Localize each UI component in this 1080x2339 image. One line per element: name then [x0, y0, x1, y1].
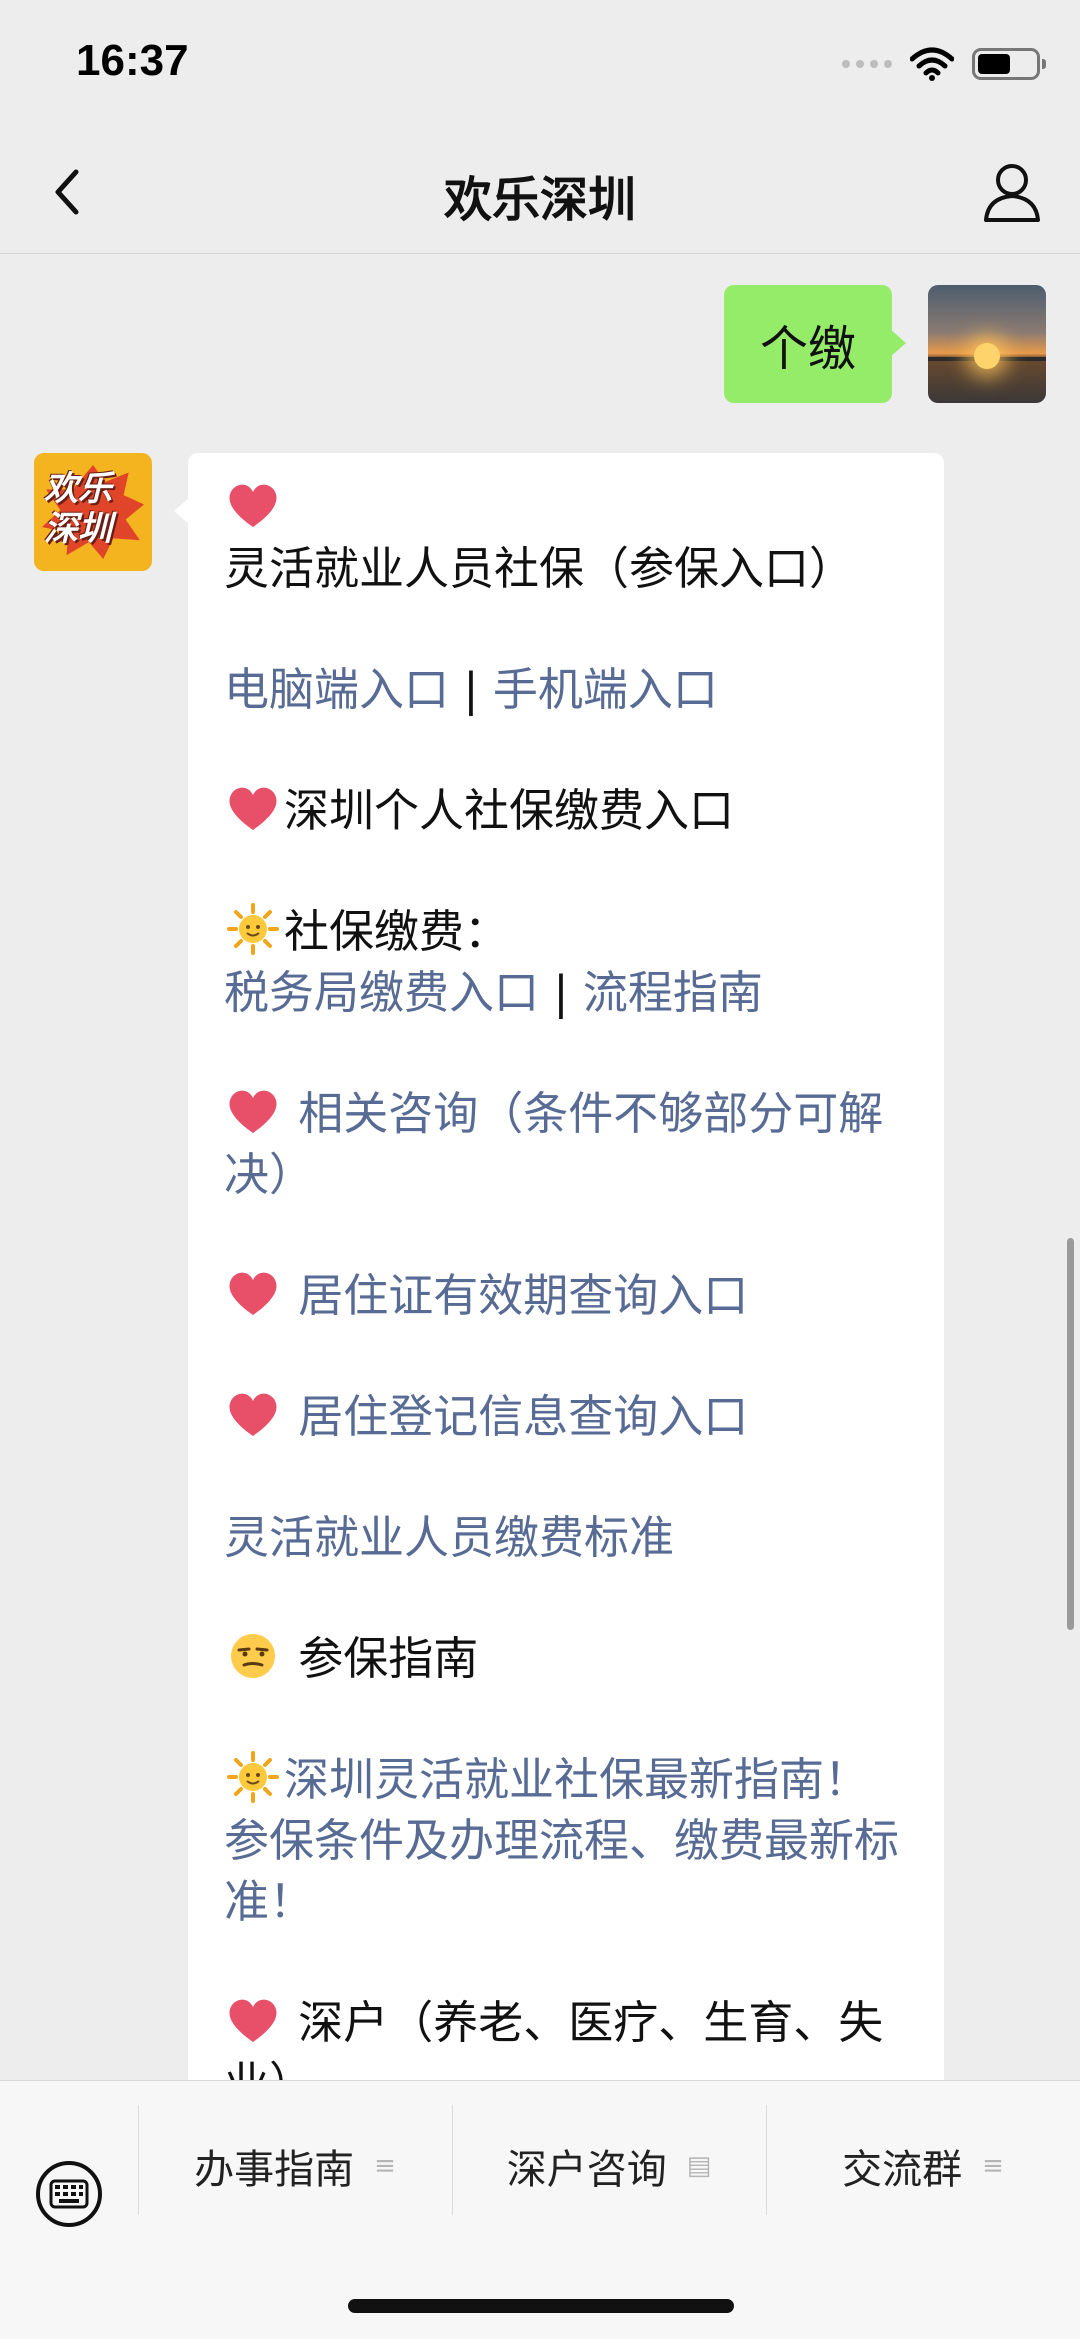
- sun-icon: [227, 1751, 279, 1803]
- message-line-hukou: 深户（养老、医疗、生育、失业）: [224, 1992, 908, 2080]
- nav-bar: 欢乐深圳: [0, 130, 1080, 254]
- heart-icon: [229, 787, 277, 830]
- message-line-standard: 灵活就业人员缴费标准: [224, 1507, 908, 1568]
- battery-icon: [972, 48, 1046, 80]
- residence-register-link[interactable]: 居住登记信息查询入口: [284, 1390, 748, 1443]
- chat-title: 欢乐深圳: [443, 172, 636, 228]
- menu-item-hukou-consult-label: 深户咨询: [506, 2147, 667, 2193]
- message-line-guide: 参保指南: [224, 1628, 908, 1689]
- status-icons: [842, 44, 1046, 84]
- list-icon: ≡: [374, 2151, 396, 2181]
- heart-icon: [229, 1272, 277, 1315]
- signal-icon: [842, 60, 892, 68]
- message-line-social-payment: 社保缴费： 税务局缴费入口 | 流程指南: [224, 901, 908, 1023]
- guide-text: 参保指南: [284, 1632, 479, 1685]
- smirk-face-icon: [231, 1634, 275, 1678]
- message-line-consult: 相关咨询（条件不够部分可解决）: [224, 1083, 908, 1205]
- message-line-entries: 电脑端入口 | 手机端入口: [224, 659, 908, 720]
- bot-avatar-text: 欢乐深圳: [44, 469, 112, 549]
- menu-item-group-label: 交流群: [842, 2147, 963, 2193]
- keyboard-icon[interactable]: [34, 2159, 104, 2229]
- message-line-payment-entry: 深圳个人社保缴费入口: [224, 780, 908, 841]
- mobile-entry-link[interactable]: 手机端入口: [493, 663, 718, 716]
- wifi-icon: [910, 47, 954, 81]
- status-time: 16:37: [76, 36, 189, 85]
- separator: |: [553, 966, 569, 1019]
- payment-entry-text: 深圳个人社保缴费入口: [284, 784, 735, 837]
- user-avatar[interactable]: [928, 285, 1046, 403]
- payment-standard-link[interactable]: 灵活就业人员缴费标准: [224, 1511, 674, 1564]
- document-icon: ▤: [686, 2151, 712, 2181]
- user-message-bubble[interactable]: 个缴: [723, 285, 907, 403]
- bot-avatar[interactable]: 欢乐深圳: [34, 453, 152, 571]
- heart-icon: [229, 1393, 277, 1436]
- bot-message-bubble: 灵活就业人员社保（参保入口） 电脑端入口 | 手机端入口 深圳个人社保缴费入口 …: [174, 453, 944, 2080]
- heart-icon: [229, 1999, 277, 2042]
- menu-item-guide[interactable]: 办事指南 ≡: [138, 2101, 452, 2231]
- status-bar: 16:37: [0, 0, 1080, 130]
- message-line-latest-guide: 深圳灵活就业社保最新指南！参保条件及办理流程、缴费最新标准！: [224, 1749, 908, 1932]
- heart-icon: [229, 484, 277, 527]
- hukou-text: 深户（养老、医疗、生育、失业）: [224, 1996, 884, 2080]
- pc-entry-link[interactable]: 电脑端入口: [224, 663, 449, 716]
- consult-link[interactable]: 相关咨询（条件不够部分可解决）: [224, 1087, 883, 1201]
- list-icon: ≡: [982, 2151, 1004, 2181]
- scrollbar[interactable]: [1067, 1238, 1074, 1630]
- message-line-flexible-insurance: 灵活就业人员社保（参保入口）: [224, 477, 908, 599]
- menu-item-group[interactable]: 交流群 ≡: [766, 2101, 1080, 2231]
- flexible-insurance-text: 灵活就业人员社保（参保入口）: [224, 542, 855, 595]
- process-guide-link[interactable]: 流程指南: [583, 966, 763, 1019]
- latest-guide-link[interactable]: 深圳灵活就业社保最新指南！参保条件及办理流程、缴费最新标准！: [224, 1753, 899, 1928]
- tax-bureau-link[interactable]: 税务局缴费入口: [224, 966, 539, 1019]
- chat-area[interactable]: 个缴 欢乐深圳 灵活就业人员社保（参保入口） 电脑端入口 | 手机端入口 深圳个…: [0, 255, 1080, 2080]
- message-line-residence-permit: 居住证有效期查询入口: [224, 1265, 908, 1326]
- social-payment-label: 社保缴费：: [284, 905, 510, 958]
- sun-icon: [227, 903, 279, 955]
- menu-item-hukou-consult[interactable]: 深户咨询 ▤: [452, 2101, 766, 2231]
- message-line-residence-register: 居住登记信息查询入口: [224, 1386, 908, 1447]
- home-indicator[interactable]: [348, 2299, 734, 2313]
- separator: |: [463, 663, 479, 716]
- profile-icon[interactable]: [978, 158, 1046, 226]
- heart-icon: [229, 1090, 277, 1133]
- menu-item-guide-label: 办事指南: [194, 2147, 355, 2193]
- residence-permit-link[interactable]: 居住证有效期查询入口: [284, 1269, 748, 1322]
- bottom-menu-bar: 办事指南 ≡ 深户咨询 ▤ 交流群 ≡: [0, 2080, 1080, 2339]
